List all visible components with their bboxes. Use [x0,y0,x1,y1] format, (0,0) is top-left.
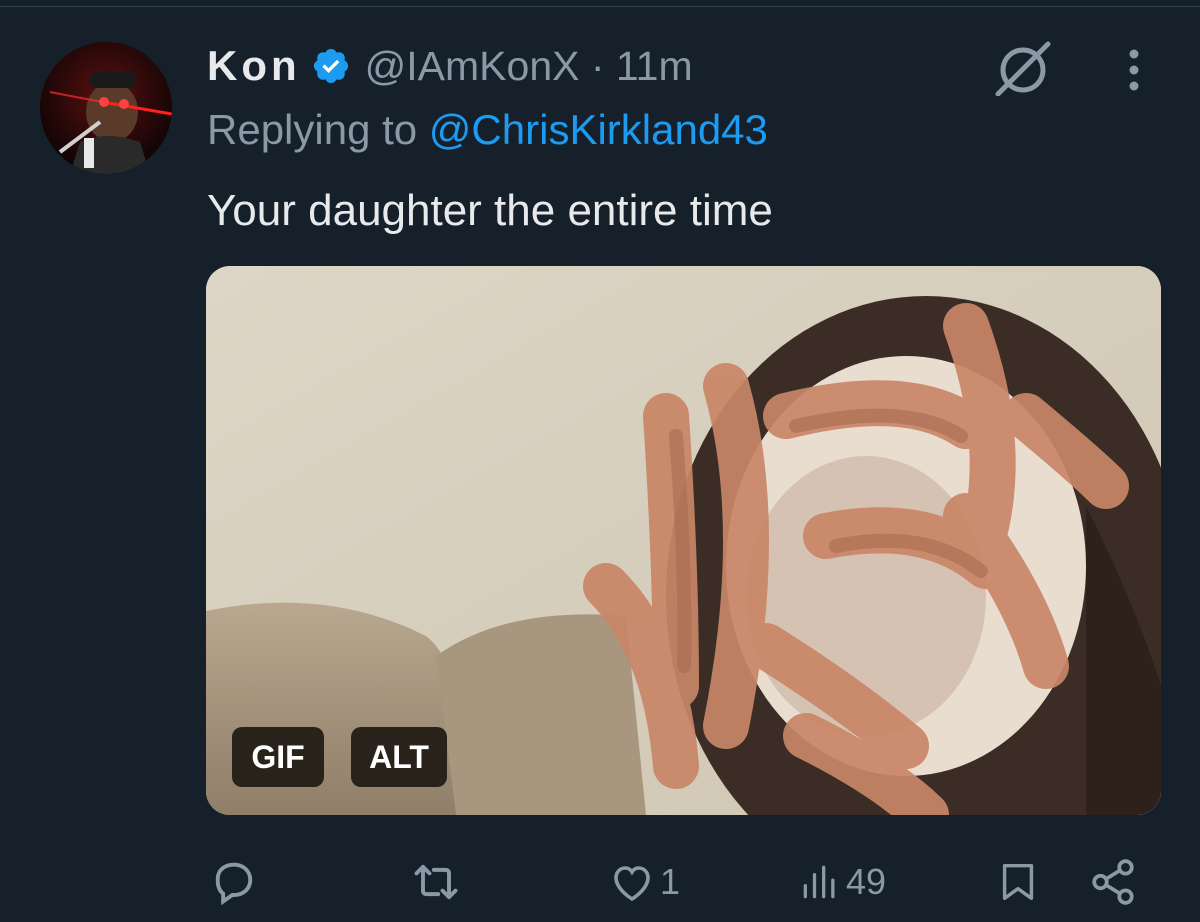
handle-and-time[interactable]: @IAmKonX · 11m [365,43,693,90]
divider-line [0,0,1200,7]
share-icon [1092,859,1134,905]
gif-badge: GIF [232,727,324,787]
grok-icon[interactable] [992,40,1054,96]
views-icon [803,865,835,899]
bookmark-icon [1002,863,1034,901]
gif-media[interactable] [206,266,1161,815]
tweet-text: Your daughter the entire time [207,186,773,235]
avatar[interactable] [40,42,172,174]
gif-frame-illustration [206,266,1161,815]
alt-badge[interactable]: ALT [351,727,447,787]
verified-badge-icon [313,48,348,84]
more-icon[interactable] [1120,46,1148,94]
replying-to-link[interactable]: @ChrisKirkland43 [429,106,768,153]
bookmark-button[interactable] [995,856,1041,908]
replying-to-line: Replying to @ChrisKirkland43 [207,106,768,154]
views-button[interactable]: 49 [798,856,886,908]
like-count: 1 [660,861,681,902]
tweet-header: Kon @IAmKonX · 11m [207,36,693,96]
like-icon [614,866,650,902]
replying-prefix: Replying to [207,106,429,153]
view-count: 49 [846,861,887,902]
reply-button[interactable] [208,856,260,908]
reply-icon [215,862,253,906]
like-button[interactable]: 1 [608,856,680,908]
retweet-button[interactable] [410,856,462,908]
action-bar: 1 49 [0,840,1200,920]
retweet-icon [414,864,458,900]
author-name[interactable]: Kon [207,42,301,90]
share-button[interactable] [1088,856,1138,908]
